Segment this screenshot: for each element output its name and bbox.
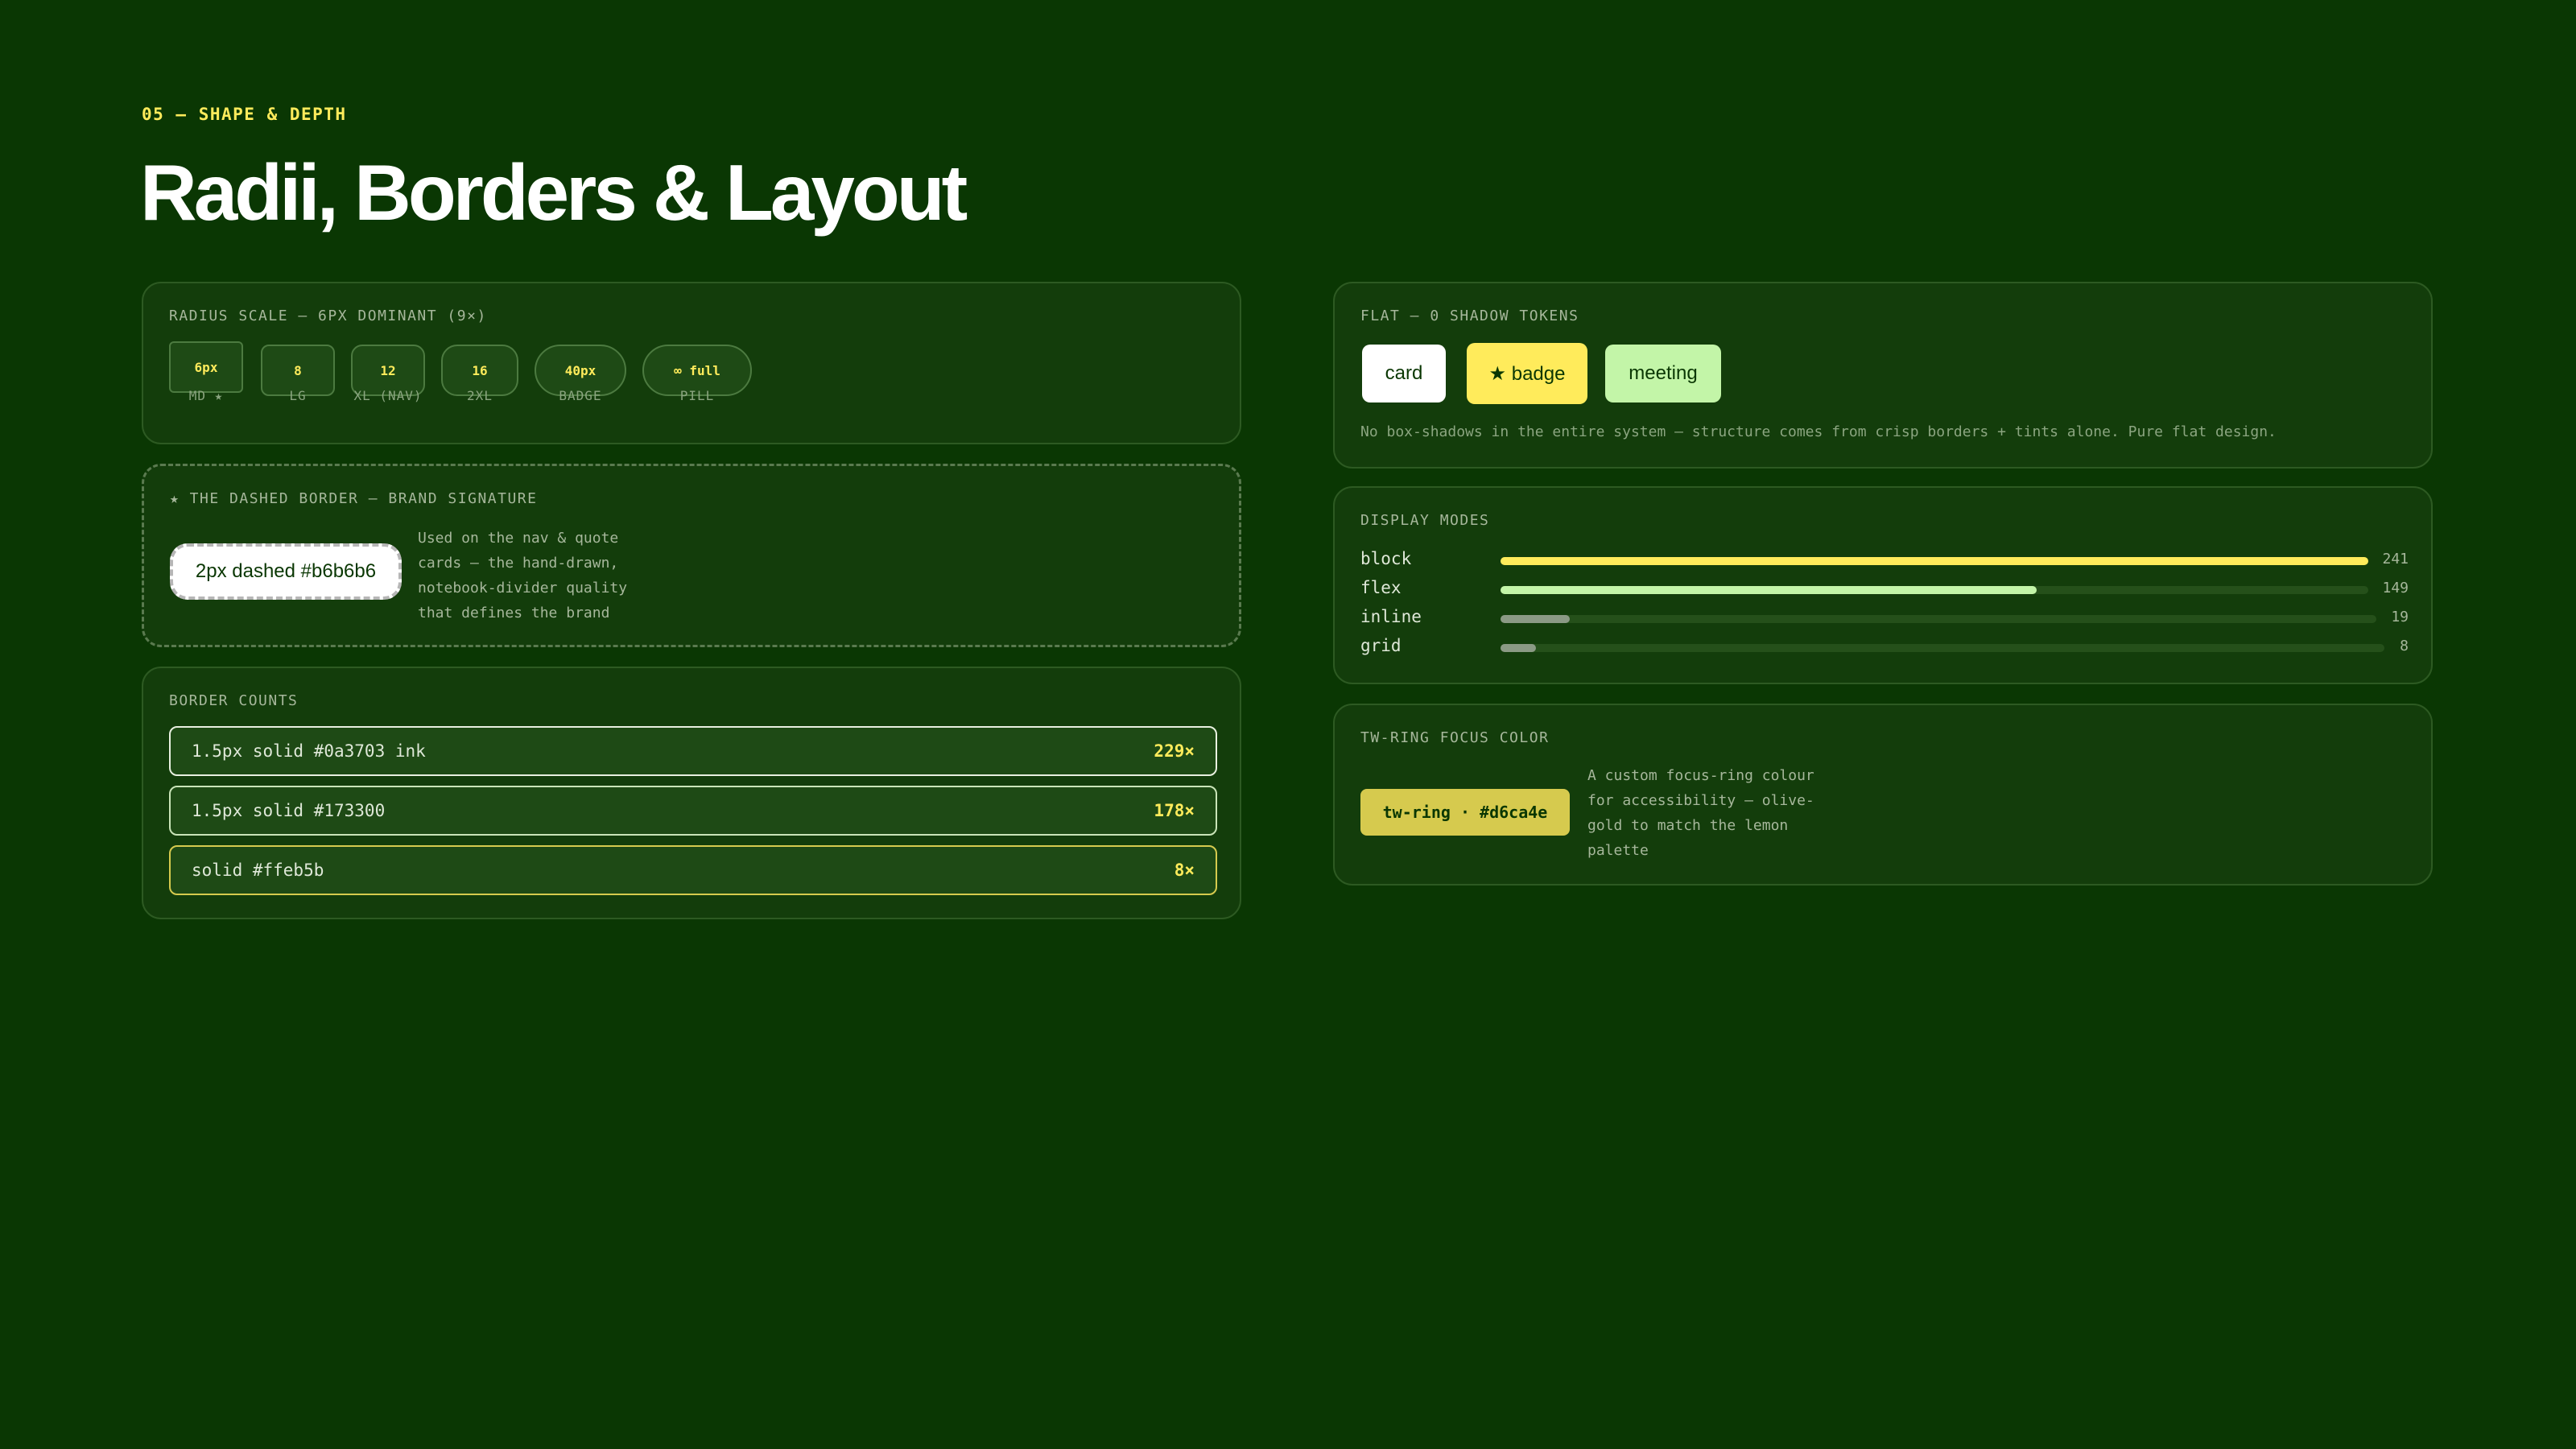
token-meeting: meeting xyxy=(1605,345,1721,402)
border-count: 229× xyxy=(1154,741,1195,761)
border-counts-card: BORDER COUNTS 1.5px solid #0a3703 ink 22… xyxy=(142,667,1241,919)
display-mode-row: grid 8 xyxy=(1360,636,2409,660)
border-counts-label: BORDER COUNTS xyxy=(169,692,299,709)
border-spec: 1.5px solid #0a3703 ink xyxy=(192,741,426,761)
border-spec: 1.5px solid #173300 xyxy=(192,801,386,820)
radius-chip-md: 6px xyxy=(169,341,243,393)
display-mode-count: 8 xyxy=(2400,638,2409,654)
shadow-tokens-card: FLAT — 0 SHADOW TOKENS card ★ badge meet… xyxy=(1333,282,2433,469)
display-mode-name: grid xyxy=(1360,636,1402,655)
eyebrow: 05 — SHAPE & DEPTH xyxy=(142,105,347,124)
radius-scale-label: RADIUS SCALE — 6PX DOMINANT (9×) xyxy=(169,308,487,324)
border-count: 178× xyxy=(1154,801,1195,820)
radius-scale-card: RADIUS SCALE — 6PX DOMINANT (9×) 6px MD … xyxy=(142,282,1241,444)
display-mode-bar xyxy=(1501,644,1536,652)
display-mode-name: block xyxy=(1360,549,1412,568)
display-modes-card: DISPLAY MODES block 241 flex 149 inline 19 gri… xyxy=(1333,486,2433,684)
display-mode-bar xyxy=(1501,557,2368,565)
display-mode-row: block 241 xyxy=(1360,549,2409,573)
radius-caption-2xl: 2XL xyxy=(467,388,493,403)
display-mode-name: inline xyxy=(1360,607,1422,626)
display-mode-row: inline 19 xyxy=(1360,607,2409,631)
dashed-sample-pill: 2px dashed #b6b6b6 xyxy=(170,543,402,600)
radius-caption-pill: PILL xyxy=(679,388,715,403)
shadow-tokens-description: No box-shadows in the entire system — st… xyxy=(1360,423,2277,440)
dashed-description: Used on the nav & quote cards — the hand… xyxy=(418,530,628,621)
focus-ring-description: A custom focus-ring colour for accessibi… xyxy=(1587,767,1814,859)
dashed-border-label: ★ THE DASHED BORDER — BRAND SIGNATURE xyxy=(170,490,538,507)
display-mode-count: 19 xyxy=(2391,609,2409,625)
border-count-row: 1.5px solid #0a3703 ink 229× xyxy=(169,726,1217,776)
radius-caption-badge: BADGE xyxy=(559,388,602,403)
token-badge: ★ badge xyxy=(1467,343,1587,404)
page-title: Radii, Borders & Layout xyxy=(140,148,968,237)
radius-caption-md: MD ★ xyxy=(188,388,224,403)
dashed-border-card: ★ THE DASHED BORDER — BRAND SIGNATURE 2p… xyxy=(142,464,1241,647)
token-card: card xyxy=(1362,345,1446,402)
display-mode-track xyxy=(1501,557,2368,565)
display-mode-row: flex 149 xyxy=(1360,578,2409,602)
display-mode-name: flex xyxy=(1360,578,1402,597)
focus-ring-sample: tw-ring · #d6ca4e xyxy=(1360,789,1570,836)
display-mode-track xyxy=(1501,644,2384,652)
border-spec: solid #ffeb5b xyxy=(192,861,324,880)
border-count-row: 1.5px solid #173300 178× xyxy=(169,786,1217,836)
display-mode-bar xyxy=(1501,615,1570,623)
display-mode-count: 149 xyxy=(2382,580,2409,597)
display-modes-label: DISPLAY MODES xyxy=(1360,512,1490,529)
border-count-row: solid #ffeb5b 8× xyxy=(169,845,1217,895)
shadow-tokens-label: FLAT — 0 SHADOW TOKENS xyxy=(1360,308,1579,324)
border-count: 8× xyxy=(1174,861,1195,880)
focus-ring-label: TW-RING FOCUS COLOR xyxy=(1360,729,1550,746)
radius-caption-lg: LG xyxy=(289,388,307,403)
display-mode-track xyxy=(1501,586,2368,594)
display-mode-count: 241 xyxy=(2382,551,2409,568)
radius-caption-xl: XL (NAV) xyxy=(353,388,423,403)
display-mode-track xyxy=(1501,615,2376,623)
display-mode-bar xyxy=(1501,586,2037,594)
focus-ring-card: TW-RING FOCUS COLOR tw-ring · #d6ca4e A … xyxy=(1333,704,2433,886)
